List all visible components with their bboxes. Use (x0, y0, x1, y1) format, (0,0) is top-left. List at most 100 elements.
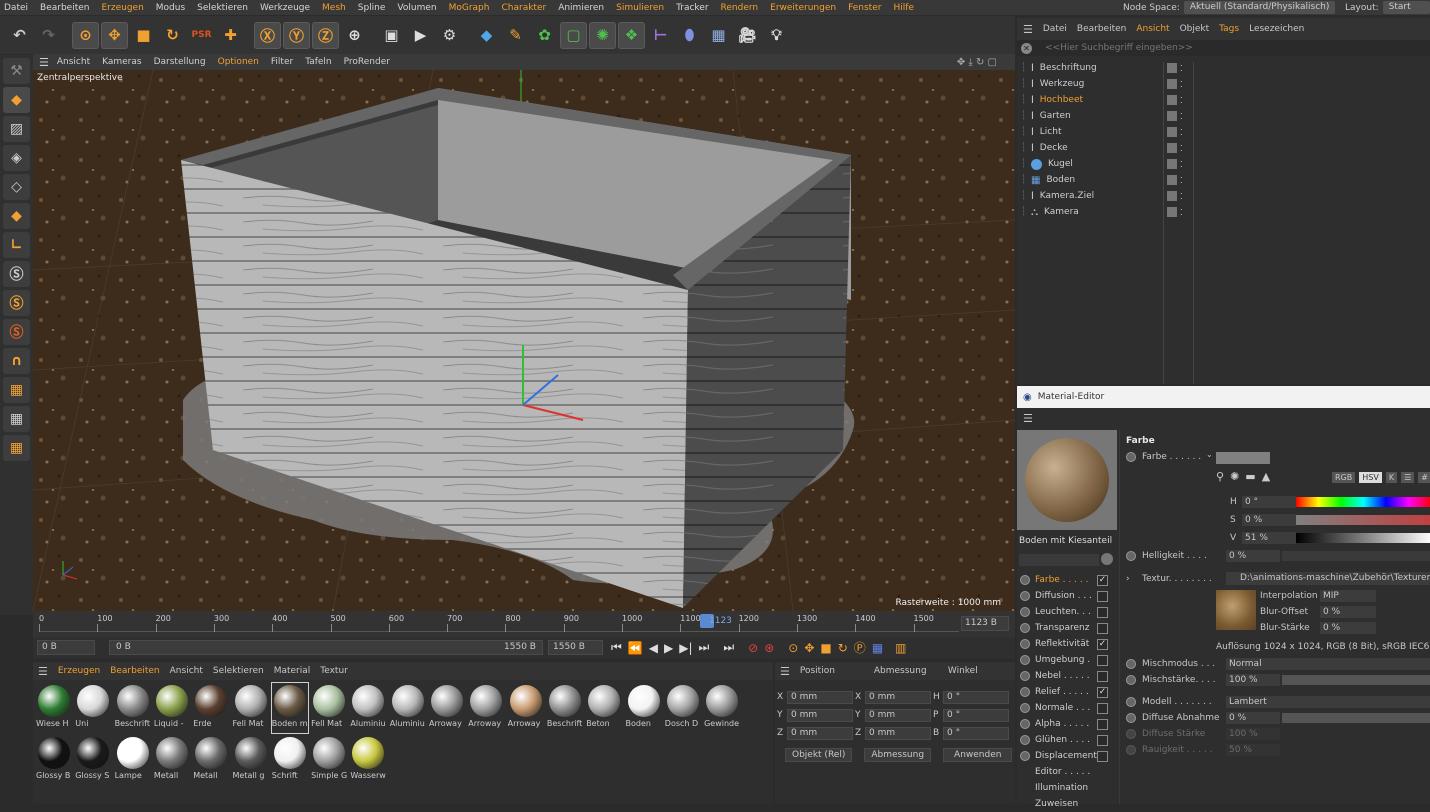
workplane-icon[interactable]: ▦ (3, 377, 30, 403)
lock-workplane-icon[interactable]: ▦ (3, 406, 30, 432)
scale-tool-icon[interactable]: ■ (130, 22, 157, 49)
light-icon[interactable]: 💡︎ (763, 22, 790, 49)
coord-size-field[interactable]: 0 mm (865, 708, 931, 722)
channel-checkbox[interactable] (1097, 606, 1108, 618)
object-name[interactable]: Boden (1046, 175, 1156, 185)
viewport-menu-prorender[interactable]: ProRender (344, 57, 390, 67)
s-field[interactable]: 0 % (1242, 514, 1296, 526)
material-channel-row[interactable]: Glühen . . . . (1017, 732, 1117, 748)
z-axis-lock-icon[interactable]: Ⓩ (312, 21, 339, 49)
array-icon[interactable]: ✺ (589, 21, 616, 49)
magnet-icon[interactable]: ∩ (3, 348, 30, 374)
main-menu-bearbeiten[interactable]: Bearbeiten (40, 3, 89, 13)
material-swatch[interactable]: Glossy S (75, 735, 111, 785)
channel-checkbox[interactable] (1097, 670, 1108, 682)
object-row[interactable]: ┆ ⅼ Beschriftung ⁚ (1017, 60, 1430, 76)
object-name[interactable]: Garten (1040, 111, 1150, 121)
material-swatch[interactable]: Beton (586, 683, 622, 733)
render-dot-icon[interactable]: ⁚ (1180, 112, 1183, 121)
main-menu-charakter[interactable]: Charakter (501, 3, 546, 13)
extrude-icon[interactable]: ▢ (560, 21, 587, 49)
om-menu-bearbeiten[interactable]: Bearbeiten (1077, 24, 1126, 34)
channel-checkbox[interactable] (1097, 702, 1108, 714)
blur-strength-field[interactable]: 0 % (1320, 622, 1376, 634)
material-channel-row[interactable]: Illumination (1017, 780, 1117, 796)
om-menu-objekt[interactable]: Objekt (1180, 24, 1210, 34)
viewport-menu-tafeln[interactable]: Tafeln (305, 57, 331, 67)
cloner-icon[interactable]: ❖ (618, 21, 645, 49)
channel-label[interactable]: Nebel . . . . . (1035, 671, 1097, 681)
om-menu-tags[interactable]: Tags (1219, 24, 1239, 34)
create-tool-icon[interactable]: ✚ (217, 22, 244, 49)
channel-label[interactable]: Diffusion . . . (1035, 591, 1097, 601)
material-swatch[interactable]: Beschrift (547, 683, 583, 733)
redo-icon[interactable]: ↷ (35, 22, 62, 49)
play-icon[interactable]: ▶ (664, 641, 673, 655)
timeline-ruler[interactable]: 0 100 200 300 400 500 600 700 800 900 1000 1100 1200… (39, 614, 959, 632)
channel-label[interactable]: Reflektivität (1035, 639, 1097, 649)
material-channel-row[interactable]: Reflektivität ✓ (1017, 636, 1117, 652)
material-swatch[interactable]: Fell Mat (311, 683, 347, 733)
object-name[interactable]: Kamera.Ziel (1040, 191, 1150, 201)
material-swatch[interactable]: Simple G (311, 735, 347, 785)
object-row[interactable]: ┆ ⅼ Licht ⁚ (1017, 124, 1430, 140)
main-menu-mesh[interactable]: Mesh (322, 3, 346, 13)
object-row[interactable]: ┆ ⅼ Garten ⁚ (1017, 108, 1430, 124)
modell-select[interactable]: Lambert (1226, 696, 1430, 708)
main-menu-mograph[interactable]: MoGraph (449, 3, 490, 13)
mm-menu-erzeugen[interactable]: Erzeugen (58, 666, 100, 676)
material-swatch[interactable]: Lampe (115, 735, 151, 785)
render-dot-icon[interactable]: ⁚ (1180, 160, 1183, 169)
visibility-toggle-icon[interactable] (1167, 95, 1177, 105)
material-swatch[interactable]: Wasserw (350, 735, 386, 785)
visibility-toggle-icon[interactable] (1167, 79, 1177, 89)
material-swatch[interactable]: Boden (626, 683, 662, 733)
render-dot-icon[interactable]: ⁚ (1180, 176, 1183, 185)
main-menu-erweiterungen[interactable]: Erweiterungen (770, 3, 836, 13)
coord-angle-field[interactable]: 0 ° (943, 690, 1009, 704)
snap-settings-icon[interactable]: Ⓢ (3, 319, 30, 345)
y-axis-lock-icon[interactable]: Ⓨ (283, 21, 310, 49)
material-swatch[interactable]: Gewinde (704, 683, 740, 733)
material-channel-row[interactable]: Displacement (1017, 748, 1117, 764)
value-slider[interactable] (1296, 533, 1430, 543)
search-close-icon[interactable]: ✕ (1021, 42, 1032, 54)
material-manager-menu-icon[interactable]: ☰ (38, 665, 48, 678)
move-tool-icon[interactable]: ✥ (101, 21, 128, 49)
material-swatch[interactable]: Wiese H (36, 683, 72, 733)
material-name-field[interactable]: Boden mit Kiesanteil (1019, 536, 1115, 546)
channel-label[interactable]: Displacement (1035, 751, 1097, 761)
channel-label[interactable]: Glühen . . . . (1035, 735, 1097, 745)
visibility-toggle-icon[interactable] (1167, 127, 1177, 137)
main-menu-werkzeuge[interactable]: Werkzeuge (260, 3, 310, 13)
mischstaerke-slider[interactable] (1282, 675, 1430, 685)
texture-mode-icon[interactable]: ▨ (3, 116, 30, 142)
mm-menu-textur[interactable]: Textur (320, 666, 348, 676)
main-menu-volumen[interactable]: Volumen (397, 3, 436, 13)
psr-icon[interactable]: PSR (188, 22, 215, 49)
subdivision-icon[interactable]: ✿ (531, 22, 558, 49)
material-swatch[interactable]: Aluminiu (390, 683, 426, 733)
material-channel-row[interactable]: Editor . . . . . (1017, 764, 1117, 780)
main-menu-erzeugen[interactable]: Erzeugen (101, 3, 143, 13)
camera-icon[interactable]: 🎥︎ (734, 22, 761, 49)
snap-enable-icon[interactable]: Ⓢ (3, 290, 30, 316)
material-swatch[interactable]: Fell Mat (233, 683, 269, 733)
render-settings-icon[interactable]: ⚙ (436, 22, 463, 49)
om-menu-icon[interactable]: ☰ (1023, 23, 1033, 36)
main-menu-fenster[interactable]: Fenster (848, 3, 881, 13)
points-mode-icon[interactable]: ◈ (3, 145, 30, 171)
coordinate-system-icon[interactable]: ⊕ (341, 22, 368, 49)
mm-menu-material[interactable]: Material (274, 666, 311, 676)
texture-thumbnail[interactable] (1216, 590, 1256, 630)
object-row[interactable]: ┆ ▦ Boden ⁚ (1017, 172, 1430, 188)
coord-size-field[interactable]: 0 mm (865, 690, 931, 704)
visibility-toggle-icon[interactable] (1167, 175, 1177, 185)
mm-menu-bearbeiten[interactable]: Bearbeiten (110, 666, 159, 676)
material-swatch[interactable]: Boden m (270, 682, 309, 734)
color-expand-icon[interactable]: ⌄ (1206, 450, 1213, 459)
helligkeit-field[interactable]: 0 % (1226, 550, 1280, 562)
render-dot-icon[interactable]: ⁚ (1180, 208, 1183, 217)
object-name[interactable]: Decke (1040, 143, 1150, 153)
object-row[interactable]: ┆ ⛬ Kamera ⁚ (1017, 204, 1430, 220)
